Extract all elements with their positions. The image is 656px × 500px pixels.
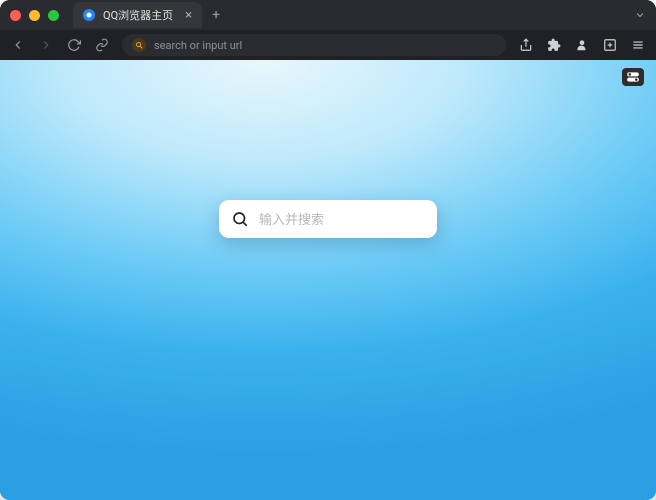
menu-icon[interactable] <box>630 37 646 53</box>
toggle-icon <box>626 71 640 83</box>
tab-title: QQ浏览器主页 <box>103 7 173 23</box>
user-icon[interactable] <box>574 37 590 53</box>
maximize-window-button[interactable] <box>48 10 59 21</box>
reload-icon[interactable] <box>66 37 82 53</box>
search-engine-icon <box>132 38 146 52</box>
forward-icon[interactable] <box>38 37 54 53</box>
browser-tab[interactable]: QQ浏览器主页 × <box>73 2 202 28</box>
search-icon <box>231 210 249 228</box>
address-bar[interactable]: search or input url <box>122 34 506 56</box>
tab-strip: QQ浏览器主页 × + <box>73 2 646 28</box>
toolbar-right <box>518 37 646 53</box>
link-icon[interactable] <box>94 37 110 53</box>
search-box[interactable] <box>219 200 437 238</box>
share-icon[interactable] <box>518 37 534 53</box>
puzzle-icon[interactable] <box>546 37 562 53</box>
window-controls <box>10 10 59 21</box>
minimize-window-button[interactable] <box>29 10 40 21</box>
browser-window: QQ浏览器主页 × + search or input url <box>0 0 656 500</box>
close-window-button[interactable] <box>10 10 21 21</box>
address-bar-placeholder: search or input url <box>154 39 242 52</box>
chevron-down-icon[interactable] <box>634 9 646 21</box>
search-input[interactable] <box>259 212 435 227</box>
page-content <box>0 60 656 500</box>
titlebar: QQ浏览器主页 × + <box>0 0 656 30</box>
qq-favicon-icon <box>83 9 95 21</box>
close-tab-icon[interactable]: × <box>185 9 192 22</box>
toolbar: search or input url <box>0 30 656 60</box>
page-settings-button[interactable] <box>622 68 644 86</box>
new-tab-button[interactable]: + <box>212 7 220 23</box>
back-icon[interactable] <box>10 37 26 53</box>
add-panel-icon[interactable] <box>602 37 618 53</box>
